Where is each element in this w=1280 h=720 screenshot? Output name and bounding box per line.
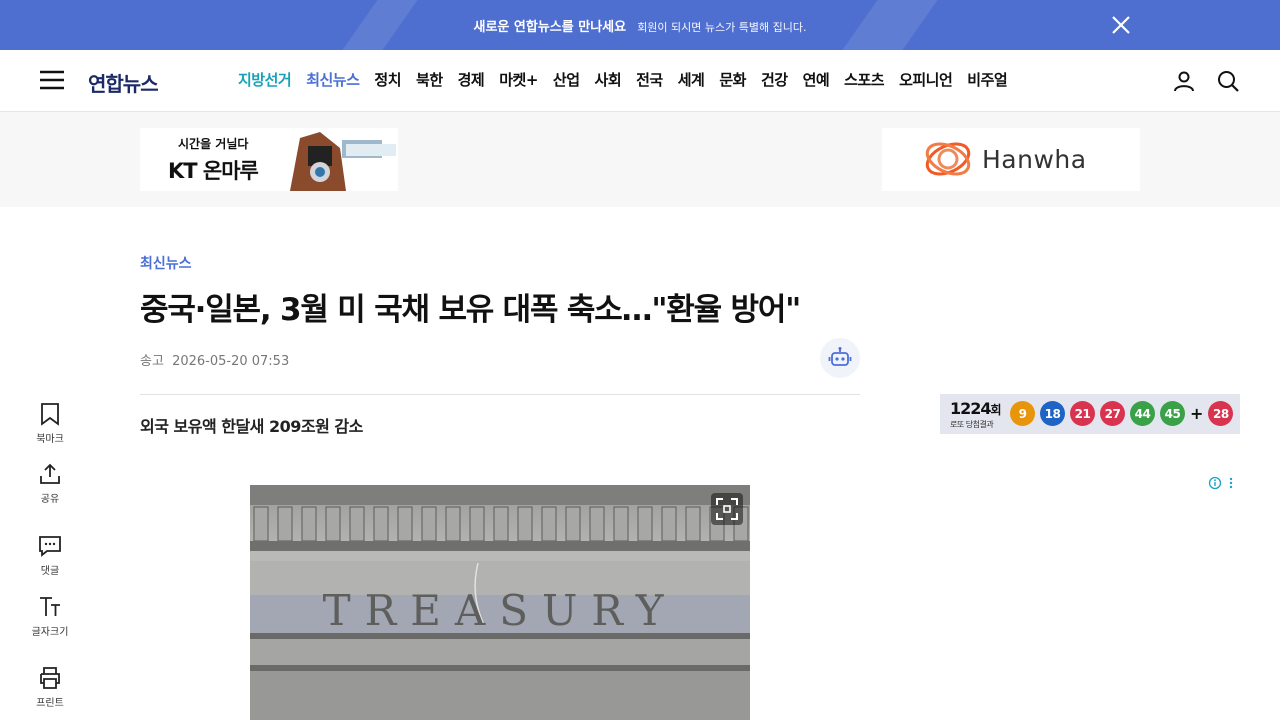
lotto-round-suffix: 회 <box>990 403 1002 417</box>
comment-button[interactable]: 댓글 <box>20 534 80 577</box>
article-section-link[interactable]: 최신뉴스 <box>140 253 192 273</box>
nav-item-north-korea[interactable]: 북한 <box>416 69 443 90</box>
lotto-ball: 45 <box>1160 401 1185 426</box>
nav-item-visual[interactable]: 비주얼 <box>967 69 1007 90</box>
lotto-round: 1224회 <box>950 399 1002 418</box>
nav-item-culture[interactable]: 문화 <box>719 69 746 90</box>
hanwha-logo-icon <box>925 142 971 176</box>
user-icon[interactable] <box>1172 69 1196 93</box>
lotto-caption: 로또 당첨결과 <box>950 420 994 429</box>
site-header: 연합뉴스 지방선거 최신뉴스 정치 북한 경제 마켓+ 산업 사회 전국 세계 … <box>0 50 1280 112</box>
font-size-button[interactable]: 글자크기 <box>20 595 80 638</box>
share-label: 공유 <box>40 494 60 505</box>
article-photo[interactable]: TREASURY <box>250 485 750 720</box>
lotto-bonus-ball: 28 <box>1208 401 1234 426</box>
site-logo[interactable]: 연합뉴스 <box>88 68 159 97</box>
nav-item-market[interactable]: 마켓+ <box>499 69 538 90</box>
print-button[interactable]: 프린트 <box>20 666 80 709</box>
hanwha-ad-banner[interactable]: Hanwha <box>882 128 1140 191</box>
promo-main-text: 새로운 연합뉴스를 만나세요 <box>473 20 627 35</box>
hanwha-ad-wordmark: Hanwha <box>982 145 1087 174</box>
font-size-label: 글자크기 <box>31 627 69 638</box>
kt-ad-tagline: 시간을 거닐다 <box>178 137 249 151</box>
ai-summary-button[interactable] <box>820 338 860 378</box>
article-meta: 송고 2026-05-20 07:53 <box>140 350 289 369</box>
kt-ad-artwork <box>286 128 398 191</box>
ad-strip: 시간을 거닐다 KT 온마루 Hanwha <box>0 112 1280 207</box>
main-nav: 지방선거 최신뉴스 정치 북한 경제 마켓+ 산업 사회 전국 세계 문화 건강… <box>238 69 1008 90</box>
promo-text: 새로운 연합뉴스를 만나세요 회원이 되시면 뉴스가 특별해 집니다. <box>0 16 1280 35</box>
lotto-ball: 21 <box>1070 401 1095 426</box>
nav-item-industry[interactable]: 산업 <box>553 69 580 90</box>
nav-item-national[interactable]: 전국 <box>636 69 663 90</box>
article-divider <box>140 394 860 395</box>
lotto-ball: 27 <box>1100 401 1125 426</box>
expand-icon[interactable] <box>711 493 743 525</box>
promo-banner[interactable]: 새로운 연합뉴스를 만나세요 회원이 되시면 뉴스가 특별해 집니다. <box>0 0 1280 50</box>
lotto-round-number: 1224 <box>950 399 992 418</box>
nav-item-opinion[interactable]: 오피니언 <box>899 69 953 90</box>
kt-ad-banner[interactable]: 시간을 거닐다 KT 온마루 <box>140 128 398 191</box>
hamburger-menu-icon[interactable] <box>40 70 64 90</box>
comment-label: 댓글 <box>40 566 60 577</box>
robot-icon <box>828 347 852 366</box>
nav-item-entertainment[interactable]: 연예 <box>803 69 830 90</box>
nav-item-politics[interactable]: 정치 <box>374 69 401 90</box>
article-subheadline: 외국 보유액 한달새 209조원 감소 <box>140 417 363 436</box>
share-icon <box>40 463 60 484</box>
nav-item-economy[interactable]: 경제 <box>458 69 485 90</box>
lotto-ball: 44 <box>1130 401 1155 426</box>
lotto-widget[interactable]: 1224회 로또 당첨결과 9 18 21 27 44 45 + 28 <box>940 394 1240 434</box>
search-icon[interactable] <box>1216 69 1240 93</box>
lotto-ball: 18 <box>1040 401 1065 426</box>
nav-item-world[interactable]: 세계 <box>678 69 705 90</box>
lotto-plus-sign: + <box>1190 404 1204 423</box>
kt-ad-title: KT 온마루 <box>168 159 259 183</box>
bookmark-icon <box>41 403 59 426</box>
article-headline: 중국·일본, 3월 미 국채 보유 대폭 축소…"환율 방어" <box>140 292 801 328</box>
close-icon[interactable] <box>1110 14 1132 36</box>
print-icon <box>40 667 60 689</box>
bookmark-button[interactable]: 북마크 <box>20 402 80 445</box>
photo-inscription: TREASURY <box>323 586 678 635</box>
nav-item-latest-news[interactable]: 최신뉴스 <box>306 69 360 90</box>
lotto-ball: 9 <box>1010 401 1035 426</box>
bookmark-label: 북마크 <box>36 434 64 445</box>
comment-icon <box>39 536 61 557</box>
nav-item-sports[interactable]: 스포츠 <box>844 69 884 90</box>
nav-item-society[interactable]: 사회 <box>595 69 622 90</box>
promo-sub-text: 회원이 되시면 뉴스가 특별해 집니다. <box>637 21 807 34</box>
print-label: 프린트 <box>36 698 64 709</box>
treasury-building-image: TREASURY <box>250 485 750 720</box>
share-button[interactable]: 공유 <box>20 462 80 505</box>
publish-label: 송고 <box>140 354 164 369</box>
font-size-icon <box>40 597 60 616</box>
nav-item-health[interactable]: 건강 <box>761 69 788 90</box>
ad-choices-icon[interactable] <box>1208 475 1238 491</box>
nav-item-local-election[interactable]: 지방선거 <box>238 69 292 90</box>
publish-date: 2026-05-20 07:53 <box>172 354 290 369</box>
lotto-numbers: 9 18 21 27 44 45 + 28 <box>1010 401 1234 426</box>
